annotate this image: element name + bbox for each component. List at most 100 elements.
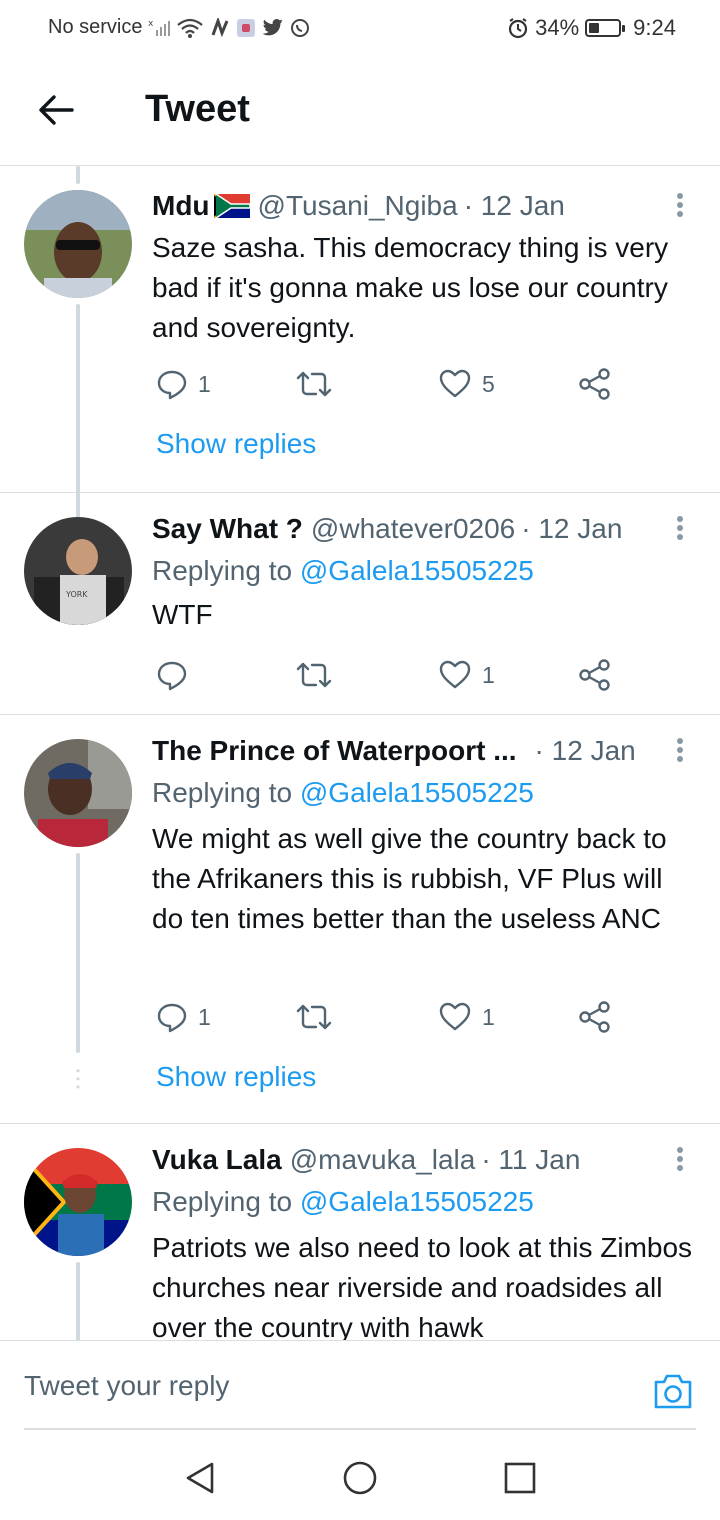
replying-to-label: Replying to [152, 555, 293, 586]
status-bar-left: No service x [48, 16, 310, 39]
retweet-icon [296, 662, 332, 688]
nfc-icon [212, 17, 229, 37]
thread-line [76, 166, 80, 184]
battery-level [589, 23, 600, 33]
tweet-text: WTF [152, 599, 213, 630]
thread-line [76, 1262, 80, 1340]
no-signal-icon: x [148, 19, 171, 36]
avatar[interactable] [24, 739, 132, 847]
status-bar: No service x 34% 9:24 [0, 0, 720, 56]
nav-home-icon[interactable] [342, 1460, 378, 1496]
south-africa-flag-icon [213, 194, 250, 218]
more-options-icon[interactable] [672, 190, 688, 220]
avatar[interactable]: YORK [24, 517, 132, 625]
mention-link[interactable]: @Galela15505225 [300, 1186, 534, 1217]
tweet-date: · 12 Jan [521, 513, 623, 544]
avatar[interactable] [24, 190, 132, 298]
user-handle[interactable]: @whatever0206 [311, 513, 515, 545]
svg-text:x: x [148, 19, 154, 29]
like-count: 1 [482, 661, 495, 688]
camera-icon[interactable] [652, 1371, 694, 1411]
nav-recents-icon[interactable] [502, 1460, 538, 1496]
reply-count: 1 [198, 1003, 211, 1030]
tweet-text: We might as well give the country back t… [152, 823, 667, 934]
tweet-actions: 1 [152, 657, 622, 693]
replying-to: Replying to @Galela15505225 [152, 777, 534, 809]
nav-back-icon[interactable] [182, 1460, 218, 1496]
tweet-actions: 1 1 [152, 999, 622, 1035]
like-button[interactable]: 1 [438, 657, 495, 693]
tweet-card[interactable]: Vuka Lala @mavuka_lala · 11 Jan Replying… [0, 1124, 720, 1340]
tweet-text: Patriots we also need to look at this Zi… [152, 1232, 693, 1340]
like-count: 1 [482, 1003, 495, 1030]
display-name[interactable]: The Prince of Waterpoort ... [152, 735, 517, 767]
display-name[interactable]: Vuka Lala [152, 1144, 282, 1176]
retweet-button[interactable] [296, 657, 342, 693]
status-bar-right: 34% 9:24 [507, 15, 676, 41]
tweet-header: Vuka Lala @mavuka_lala · 11 Jan [152, 1144, 580, 1176]
like-count: 5 [482, 370, 495, 397]
tweet-header: Say What ? @whatever0206 · 12 Jan [152, 513, 622, 545]
show-replies-link[interactable]: Show replies [156, 428, 316, 460]
battery-percent: 34% [535, 15, 580, 40]
reply-icon [157, 661, 187, 691]
retweet-icon [296, 371, 332, 397]
avatar[interactable] [24, 1148, 132, 1256]
alarm-icon [509, 18, 528, 39]
display-name[interactable]: Say What ? [152, 513, 303, 545]
reply-count: 1 [198, 370, 211, 397]
reply-button[interactable] [156, 657, 198, 693]
share-button[interactable] [578, 366, 612, 402]
tweet-actions: 1 5 [152, 366, 622, 402]
tweet-text: Saze sasha. This democracy thing is very… [152, 232, 669, 343]
user-handle[interactable]: @mavuka_lala [290, 1144, 476, 1176]
thread-dots: • • • [75, 431, 81, 461]
share-button[interactable] [578, 657, 612, 693]
replying-to-label: Replying to [152, 1186, 293, 1217]
tweet-card[interactable]: • • • Mdu @Tusani_Ngiba · 12 Jan Saze sash… [0, 166, 720, 590]
retweet-icon [296, 1004, 332, 1030]
user-handle[interactable]: @Tusani_Ngiba [258, 190, 458, 222]
display-name[interactable]: Mdu [152, 190, 210, 222]
battery-icon [585, 19, 626, 37]
share-icon [579, 1001, 610, 1033]
replying-to: Replying to @Galela15505225 [152, 1186, 534, 1218]
app-header: Tweet [0, 56, 720, 166]
tweet-header: Mdu @Tusani_Ngiba · 12 Jan [152, 190, 565, 222]
system-nav-bar [0, 1430, 720, 1520]
twitter-notification-icon [262, 18, 284, 35]
more-options-icon[interactable] [672, 735, 688, 765]
tweet-header: The Prince of Waterpoort ... · 12 Jan [152, 735, 636, 767]
whatsapp-icon [291, 18, 310, 37]
like-button[interactable]: 5 [438, 366, 495, 402]
thread-dots: • • • [75, 1064, 81, 1094]
share-button[interactable] [578, 999, 612, 1035]
retweet-button[interactable] [296, 366, 342, 402]
reply-button[interactable]: 1 [156, 366, 211, 402]
carrier-label: No service [48, 16, 143, 38]
tweet-date: · 11 Jan [481, 1144, 581, 1175]
tweet-card[interactable]: YORK Say What ? @whatever0206 · 12 Jan R… [0, 493, 720, 715]
mention-link[interactable]: @Galela15505225 [300, 777, 534, 808]
thread-line [76, 853, 80, 1053]
like-button[interactable]: 1 [438, 999, 495, 1035]
more-options-icon[interactable] [672, 513, 688, 543]
heart-icon [439, 369, 471, 398]
replying-to: Replying to @Galela15505225 [152, 555, 534, 587]
tweet-date: · 12 Jan [534, 735, 636, 766]
retweet-button[interactable] [296, 999, 342, 1035]
more-options-icon[interactable] [672, 1144, 688, 1174]
show-replies-link[interactable]: Show replies [156, 1061, 316, 1093]
reply-input[interactable] [24, 1341, 624, 1431]
app-notification-icon [237, 18, 256, 37]
page-title: Tweet [145, 88, 250, 130]
share-icon [579, 368, 610, 400]
heart-icon [439, 660, 471, 689]
reply-button[interactable]: 1 [156, 999, 211, 1035]
tweet-card[interactable]: • • • The Prince of Waterpoort ... · 12 Ja… [0, 715, 720, 1124]
heart-icon [439, 1002, 471, 1031]
back-arrow-icon[interactable] [36, 90, 76, 130]
tweet-date: · 12 Jan [463, 190, 565, 221]
reply-icon [157, 370, 187, 400]
mention-link[interactable]: @Galela15505225 [300, 555, 534, 586]
